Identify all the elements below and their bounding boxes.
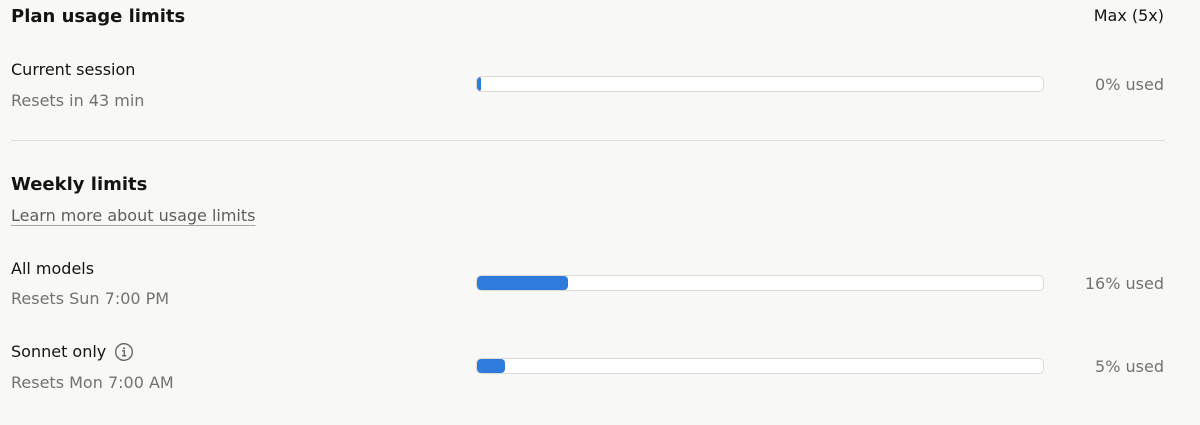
all-models-reset: Resets Sun 7:00 PM: [11, 289, 170, 308]
sonnet-only-label: Sonnet only: [11, 341, 134, 363]
all-models-progress-fill: [477, 276, 568, 290]
usage-limits-page: Plan usage limits Max (5x) Current sessi…: [0, 0, 1200, 425]
weekly-limits-title: Weekly limits: [11, 174, 148, 195]
info-circle-icon[interactable]: [114, 342, 134, 362]
current-session-progress-fill: [477, 77, 481, 91]
sonnet-only-progress-bar: [476, 358, 1044, 374]
learn-more-link[interactable]: Learn more about usage limits: [11, 205, 255, 227]
sonnet-only-progress-fill: [477, 359, 506, 373]
plan-badge: Max (5x): [1093, 6, 1164, 25]
all-models-progress-bar: [476, 275, 1044, 291]
current-session-reset: Resets in 43 min: [11, 91, 145, 110]
current-session-usage: 0% used: [1095, 75, 1164, 94]
current-session-label: Current session: [11, 59, 135, 81]
all-models-label: All models: [11, 258, 94, 280]
sonnet-only-reset: Resets Mon 7:00 AM: [11, 373, 174, 392]
sonnet-only-usage: 5% used: [1095, 357, 1164, 376]
current-session-label-text: Current session: [11, 60, 136, 79]
current-session-progress-bar: [476, 76, 1044, 92]
sonnet-only-label-text: Sonnet only: [11, 342, 107, 361]
all-models-label-text: All models: [11, 259, 95, 278]
plan-usage-title: Plan usage limits: [11, 6, 186, 27]
section-divider: [11, 140, 1165, 141]
all-models-usage: 16% used: [1084, 274, 1164, 293]
